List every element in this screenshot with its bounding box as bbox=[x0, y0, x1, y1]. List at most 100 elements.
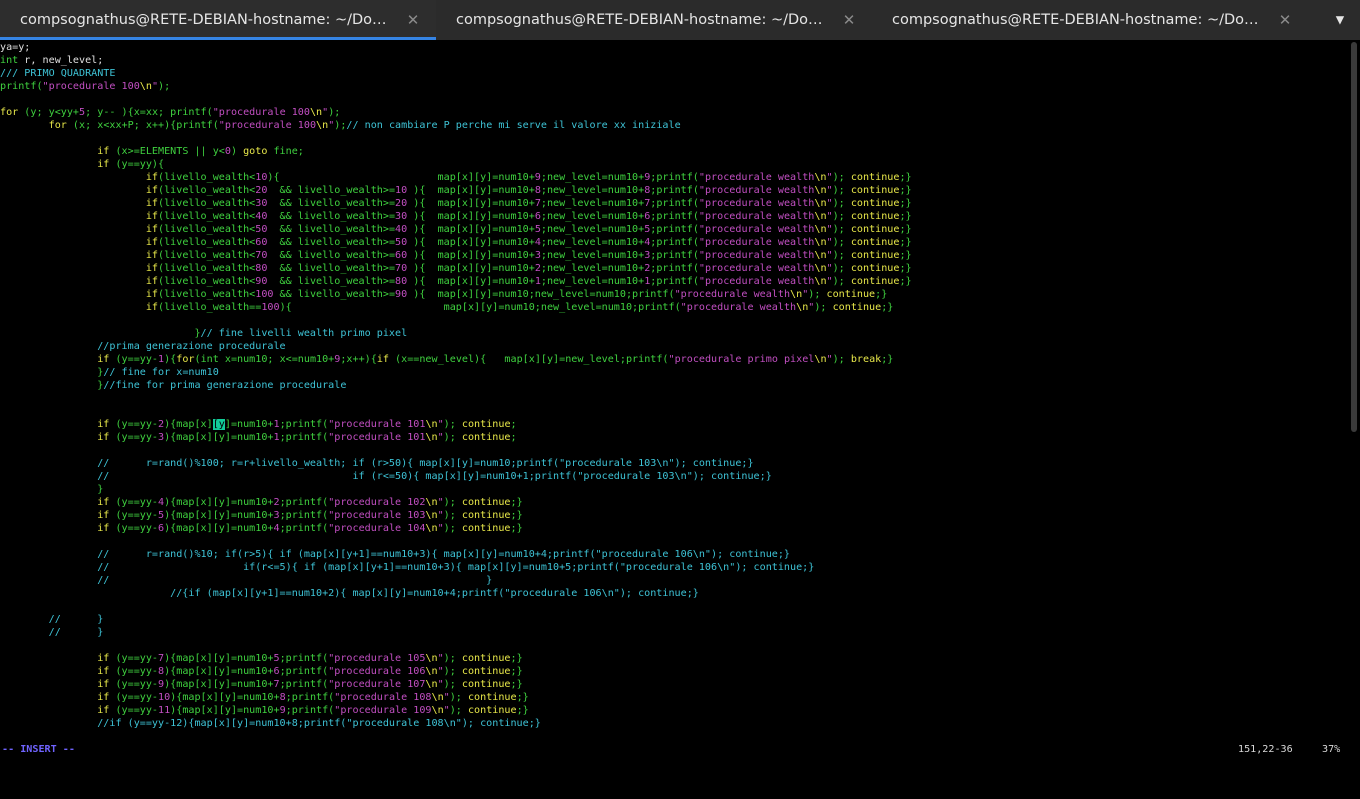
code-token: // } bbox=[48, 627, 104, 638]
code-token: ){ map[x][y]=num10+ bbox=[407, 263, 535, 274]
code-token: \n bbox=[425, 497, 438, 508]
code-token: \n bbox=[425, 419, 438, 430]
code-token: "procedurale wealth bbox=[674, 289, 791, 300]
code-token: 30 bbox=[255, 198, 268, 209]
tab-terminal-3[interactable]: compsognathus@RETE-DEBIAN-hostname: ~/Do… bbox=[872, 0, 1308, 40]
code-token: continue bbox=[461, 523, 511, 534]
tab-terminal-2[interactable]: compsognathus@RETE-DEBIAN-hostname: ~/Do… bbox=[436, 0, 872, 40]
code-token: \n bbox=[431, 692, 444, 703]
code-token: ){ map[x][y]=num10+ bbox=[267, 172, 535, 183]
code-token: ){ map[x][y]=num10+ bbox=[407, 211, 535, 222]
code-token: for bbox=[176, 354, 195, 365]
code-token: \n bbox=[139, 81, 152, 92]
code-token: continue bbox=[826, 289, 876, 300]
code-token: ;printf( bbox=[650, 276, 699, 287]
code-line: if (y==yy-4){map[x][y]=num10+2;printf("p… bbox=[0, 496, 1348, 509]
code-token: "procedurale 100 bbox=[42, 81, 140, 92]
tab-bar: compsognathus@RETE-DEBIAN-hostname: ~/Do… bbox=[0, 0, 1360, 40]
code-token: if bbox=[145, 302, 159, 313]
code-token: (y==yy- bbox=[109, 692, 159, 703]
code-token: if bbox=[97, 510, 110, 521]
code-token: ); bbox=[443, 523, 462, 534]
code-token: ); bbox=[449, 692, 468, 703]
code-token: ;printf( bbox=[279, 497, 329, 508]
code-token: "procedurale wealth bbox=[698, 237, 815, 248]
mode-indicator: -- INSERT -- bbox=[2, 744, 75, 755]
close-icon[interactable]: ✕ bbox=[404, 11, 422, 29]
code-line: /// PRIMO QUADRANTE bbox=[0, 67, 1348, 80]
code-token: ;printf( bbox=[279, 679, 329, 690]
code-line: if(livello_wealth<30 && livello_wealth>=… bbox=[0, 197, 1348, 210]
code-token: 50 bbox=[395, 237, 408, 248]
code-token: ){map[x][y]=num10+ bbox=[170, 705, 280, 716]
code-token: (y; y<yy+ bbox=[18, 107, 80, 118]
code-token: continue bbox=[850, 172, 900, 183]
code-token: ;} bbox=[510, 510, 523, 521]
close-icon[interactable]: ✕ bbox=[840, 11, 858, 29]
code-token: continue bbox=[461, 432, 511, 443]
tab-terminal-1[interactable]: compsognathus@RETE-DEBIAN-hostname: ~/Do… bbox=[0, 0, 436, 40]
code-token: 50 bbox=[255, 224, 268, 235]
code-token: (livello_wealth< bbox=[158, 289, 256, 300]
close-icon[interactable]: ✕ bbox=[1276, 11, 1294, 29]
tab-title: compsognathus@RETE-DEBIAN-hostname: ~/Do… bbox=[20, 12, 392, 28]
code-token: if bbox=[97, 679, 110, 690]
code-token: if bbox=[145, 289, 159, 300]
code-token: 60 bbox=[255, 237, 268, 248]
code-line: if (y==yy-9){map[x][y]=num10+7;printf("p… bbox=[0, 678, 1348, 691]
code-token: 20 bbox=[395, 198, 408, 209]
code-token: && livello_wealth>= bbox=[267, 263, 396, 274]
code-token: for bbox=[0, 107, 19, 118]
scrollbar[interactable] bbox=[1348, 40, 1360, 768]
code-token: ); bbox=[443, 653, 462, 664]
code-token: \n bbox=[814, 250, 827, 261]
code-token: \n bbox=[814, 185, 827, 196]
code-token: for bbox=[48, 120, 67, 131]
code-token: ;new_level=num10+ bbox=[540, 276, 645, 287]
code-token: "procedurale wealth bbox=[698, 250, 815, 261]
code-token: \n bbox=[814, 263, 827, 274]
code-token: ;} bbox=[510, 497, 523, 508]
code-token: ;} bbox=[899, 172, 912, 183]
code-token: ){map[x] bbox=[164, 419, 213, 430]
code-token: \n bbox=[814, 237, 827, 248]
code-token: // fine livelli wealth primo pixel bbox=[200, 328, 408, 339]
chevron-down-icon[interactable]: ▼ bbox=[1330, 10, 1350, 30]
code-token: if bbox=[145, 211, 159, 222]
code-token: "procedurale wealth bbox=[698, 263, 815, 274]
code-line: //{if (map[x][y+1]==num10+2){ map[x][y]=… bbox=[0, 587, 1348, 600]
code-token: if bbox=[97, 432, 110, 443]
code-token: ;} bbox=[899, 237, 912, 248]
code-token: continue bbox=[461, 653, 511, 664]
code-token: if bbox=[97, 666, 110, 677]
code-token: if bbox=[97, 523, 110, 534]
code-token: 11 bbox=[158, 705, 171, 716]
code-token: continue bbox=[850, 237, 900, 248]
vim-editor[interactable]: ya=y; int r, new_level;/// PRIMO QUADRANT… bbox=[0, 41, 1348, 742]
code-token: continue bbox=[467, 692, 517, 703]
code-token: \n bbox=[425, 666, 438, 677]
scrollbar-thumb[interactable] bbox=[1351, 42, 1357, 432]
code-token: continue bbox=[850, 276, 900, 287]
code-token: "procedurale 104 bbox=[328, 523, 426, 534]
code-token: if bbox=[97, 419, 110, 430]
code-token: "procedurale wealth bbox=[698, 211, 815, 222]
code-token: ){map[x][y]=num10+ bbox=[164, 432, 274, 443]
code-token: && livello_wealth>= bbox=[267, 211, 396, 222]
code-token: continue bbox=[461, 497, 511, 508]
